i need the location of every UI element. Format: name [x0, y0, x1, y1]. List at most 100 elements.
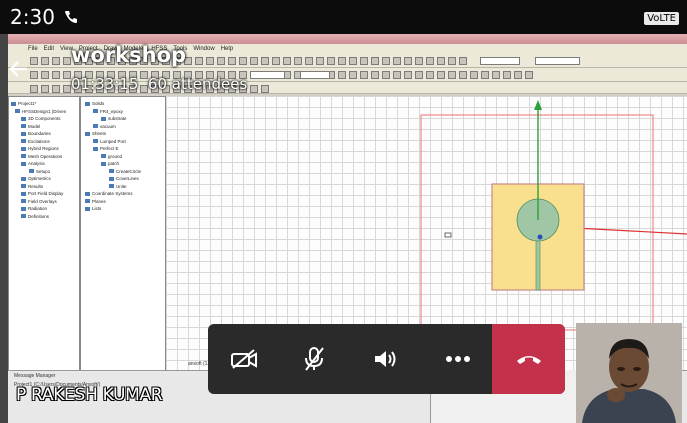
speaker-button[interactable] [350, 324, 422, 394]
participant-video[interactable] [576, 323, 682, 423]
toolbar-icon [41, 57, 49, 65]
tree-item: Optimetrics [21, 176, 51, 181]
attendee-count[interactable]: 60 attendees [148, 75, 247, 93]
toolbar-icon [426, 71, 434, 79]
tree-item: Planes [85, 199, 106, 204]
model-tree: Solids FR4_epoxy substrate vacuum Sheets Lump… [80, 96, 166, 376]
tree-item: Radiation [21, 206, 47, 211]
toolbar-icon [30, 85, 38, 93]
meeting-title: workshop [71, 43, 187, 67]
network-badge: VoLTE [644, 12, 679, 25]
mouse-cursor [444, 232, 452, 238]
tree-item: Model [21, 124, 40, 129]
back-arrow-icon[interactable] [8, 60, 28, 78]
tree-item: Boundaries [21, 131, 51, 136]
toolbar-icon [481, 71, 489, 79]
toolbar-icon [360, 71, 368, 79]
toolbar-icon [239, 57, 247, 65]
toolbar-icon [338, 57, 346, 65]
tree-item: Field Overlays [21, 199, 57, 204]
toolbar-icon [382, 57, 390, 65]
more-options-button[interactable] [422, 324, 494, 394]
toolbar-icon [41, 85, 49, 93]
toolbar-icon [503, 71, 511, 79]
toolbar-icon [41, 71, 49, 79]
speaker-icon [375, 351, 396, 367]
tree-item: Mesh Operations [21, 154, 62, 159]
toolbar-icon [393, 71, 401, 79]
toolbar-icon [415, 71, 423, 79]
toolbar-icon [261, 57, 269, 65]
tree-item: Analysis [21, 161, 45, 166]
tree-item: Unite [109, 184, 127, 189]
toolbar-dropdown [250, 71, 285, 79]
more-icon [446, 356, 470, 362]
end-call-button[interactable] [492, 324, 565, 394]
toolbar-icon [448, 57, 456, 65]
toolbar-icon [459, 71, 467, 79]
tree-item: ground [101, 154, 122, 159]
tree-item: Solids [85, 101, 104, 106]
call-controls [208, 324, 565, 394]
toolbar-icon [228, 57, 236, 65]
mute-button[interactable] [278, 324, 350, 394]
toolbar-icon [63, 71, 71, 79]
toolbar-icon [492, 71, 500, 79]
toolbar-icon [404, 57, 412, 65]
toolbar-icon [371, 71, 379, 79]
toolbar-icon [206, 57, 214, 65]
toolbar-icon [30, 57, 38, 65]
tree-item: patch [101, 161, 119, 166]
menu-item: Help [220, 46, 234, 52]
tree-item: Definitions [21, 214, 49, 219]
toolbar-icon [217, 57, 225, 65]
toolbar-icon [426, 57, 434, 65]
menu-item: Edit [43, 46, 55, 52]
toolbar-icon [52, 71, 60, 79]
toolbar-dropdown [300, 71, 330, 79]
tree-item: Lists [85, 206, 101, 211]
toolbar-icon [360, 57, 368, 65]
participant-avatar [576, 323, 682, 423]
tree-item: Results [21, 184, 43, 189]
toolbar-icon [63, 57, 71, 65]
z-axis-arrow [534, 100, 542, 110]
call-icon [65, 11, 77, 23]
toolbar-icon [52, 57, 60, 65]
project-manager-tree: Project1* HFSSDesign1 (Driven 3D Component… [8, 96, 80, 376]
toolbar-icon [525, 71, 533, 79]
toolbar-icon [437, 57, 445, 65]
toolbar-icon [415, 57, 423, 65]
camera-toggle-button[interactable] [208, 324, 280, 394]
tree-item: Setup1 [29, 169, 50, 174]
toolbar-icon [316, 57, 324, 65]
toolbar-icon [437, 71, 445, 79]
origin-marker [537, 234, 543, 240]
toolbar-icon [382, 71, 390, 79]
toolbar-icon [250, 85, 258, 93]
tree-item: Lumped Port [93, 139, 126, 144]
toolbar-icon [327, 57, 335, 65]
status-bar: 2:30 VoLTE [0, 0, 687, 34]
toolbar-icon [272, 57, 280, 65]
tree-item: CoverLines [109, 176, 139, 181]
presenter-name: P RAKESH KUMAR [16, 385, 163, 405]
menu-item: Window [193, 46, 215, 52]
toolbar-icon [305, 57, 313, 65]
toolbar-icon [349, 57, 357, 65]
tree-item: Excitations [21, 139, 50, 144]
toolbar-icon [52, 85, 60, 93]
toolbar-icon [195, 57, 203, 65]
toolbar-icon [514, 71, 522, 79]
toolbar-icon [294, 57, 302, 65]
tree-item: Perfect E [93, 146, 119, 151]
tree-item: vacuum [93, 124, 116, 129]
toolbar-icon [283, 57, 291, 65]
tree-item: Hybrid Regions [21, 146, 59, 151]
tree-item: HFSSDesign1 (Driven [15, 109, 66, 114]
tree-item: Project1* [11, 101, 36, 106]
screen-left-edge [0, 34, 8, 423]
toolbar-icon [338, 71, 346, 79]
toolbar-icon [448, 71, 456, 79]
mic-off-icon [305, 347, 324, 371]
